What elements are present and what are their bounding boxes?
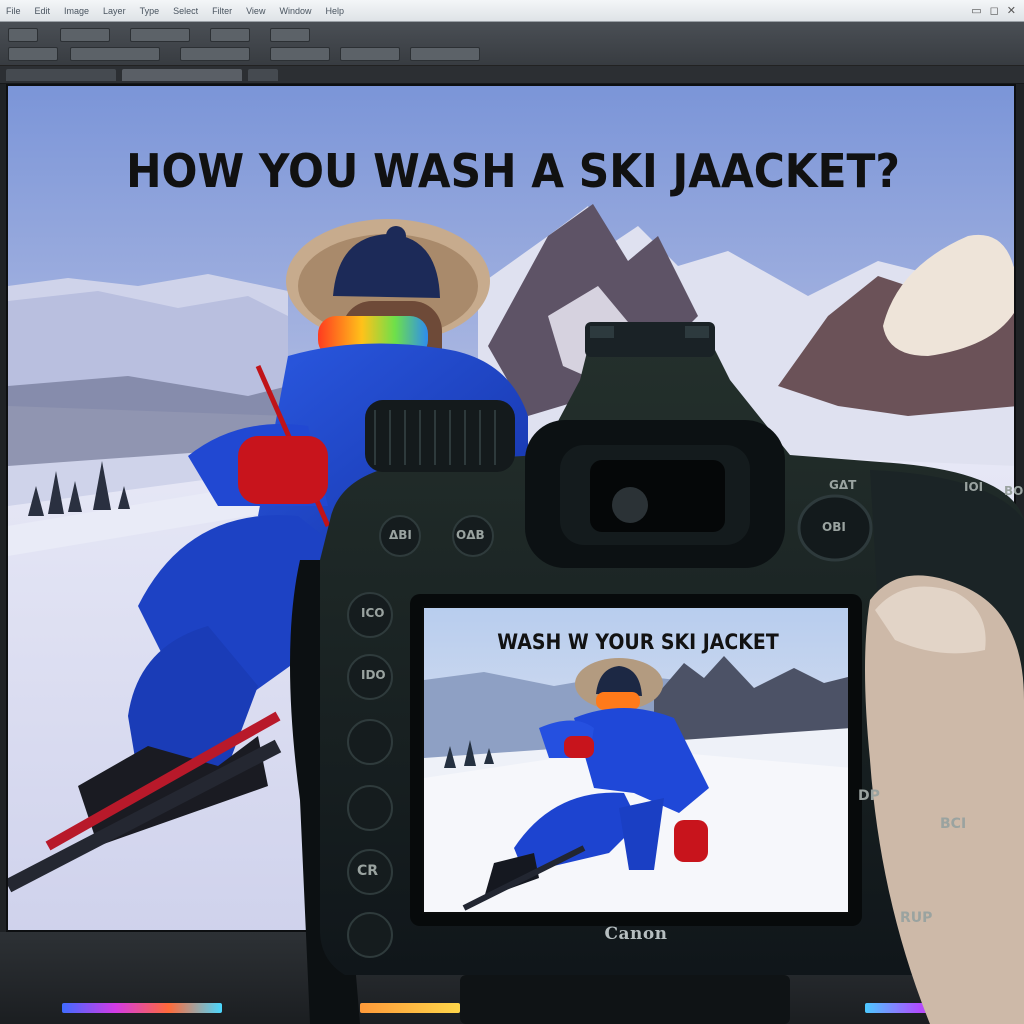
toolbar-control[interactable] — [130, 28, 190, 42]
video-headline: HOW YOU WASH A SKI JAACKET? — [126, 144, 900, 198]
menu-edit[interactable]: Edit — [35, 6, 51, 16]
minimize-icon[interactable]: ▭ — [971, 4, 981, 17]
menu-type[interactable]: Type — [140, 6, 160, 16]
camera-brand-logo: Canon — [604, 924, 668, 944]
window-controls: ▭ ◻ ✕ — [971, 4, 1016, 17]
document-tabs — [0, 66, 1024, 84]
options-toolbar — [0, 22, 1024, 66]
toolbar-control[interactable] — [270, 28, 310, 42]
toolbar-control[interactable] — [210, 28, 250, 42]
document-tab[interactable] — [248, 69, 278, 81]
menu-select[interactable]: Select — [173, 6, 198, 16]
dial-label: OBI — [822, 520, 846, 534]
toolbar-control[interactable] — [410, 47, 480, 61]
toolbar-control[interactable] — [8, 47, 58, 61]
button-label: BCI — [940, 816, 967, 832]
button-label: IDO — [361, 668, 386, 682]
camera-lcd-screen: WASH W YOUR SKI JACKET — [422, 606, 850, 914]
close-icon[interactable]: ✕ — [1007, 4, 1016, 17]
timeline-clip[interactable] — [62, 1003, 222, 1013]
button-label: OΔB — [456, 528, 485, 542]
menu-view[interactable]: View — [246, 6, 265, 16]
tool-preset-button[interactable] — [8, 28, 38, 42]
toolbar-control[interactable] — [340, 47, 400, 61]
menu-file[interactable]: File — [6, 6, 21, 16]
button-label: DP — [858, 788, 880, 804]
document-tab[interactable] — [6, 69, 116, 81]
document-tab-active[interactable] — [122, 69, 242, 81]
menu-layer[interactable]: Layer — [103, 6, 126, 16]
timeline-clip[interactable] — [865, 1003, 975, 1013]
toolbar-control[interactable] — [270, 47, 330, 61]
lcd-title-text: WASH W YOUR SKI JACKET — [497, 630, 779, 654]
button-label: RUP — [900, 910, 933, 926]
menu-help[interactable]: Help — [325, 6, 344, 16]
toolbar-control[interactable] — [70, 47, 160, 61]
menu-filter[interactable]: Filter — [212, 6, 232, 16]
button-label: IOI — [964, 480, 984, 494]
timeline-clip[interactable] — [360, 1003, 460, 1013]
toolbar-control[interactable] — [60, 28, 110, 42]
toolbar-control[interactable] — [180, 47, 250, 61]
button-label: ICO — [361, 606, 385, 620]
button-label: CR — [357, 863, 379, 879]
button-label: GΔT — [829, 478, 857, 492]
menu-bar: File Edit Image Layer Type Select Filter… — [0, 0, 1024, 22]
maximize-icon[interactable]: ◻ — [990, 4, 999, 17]
menu-image[interactable]: Image — [64, 6, 89, 16]
button-label: ΔBI — [389, 528, 412, 542]
button-label: BOI — [1004, 484, 1024, 498]
menu-window[interactable]: Window — [279, 6, 311, 16]
